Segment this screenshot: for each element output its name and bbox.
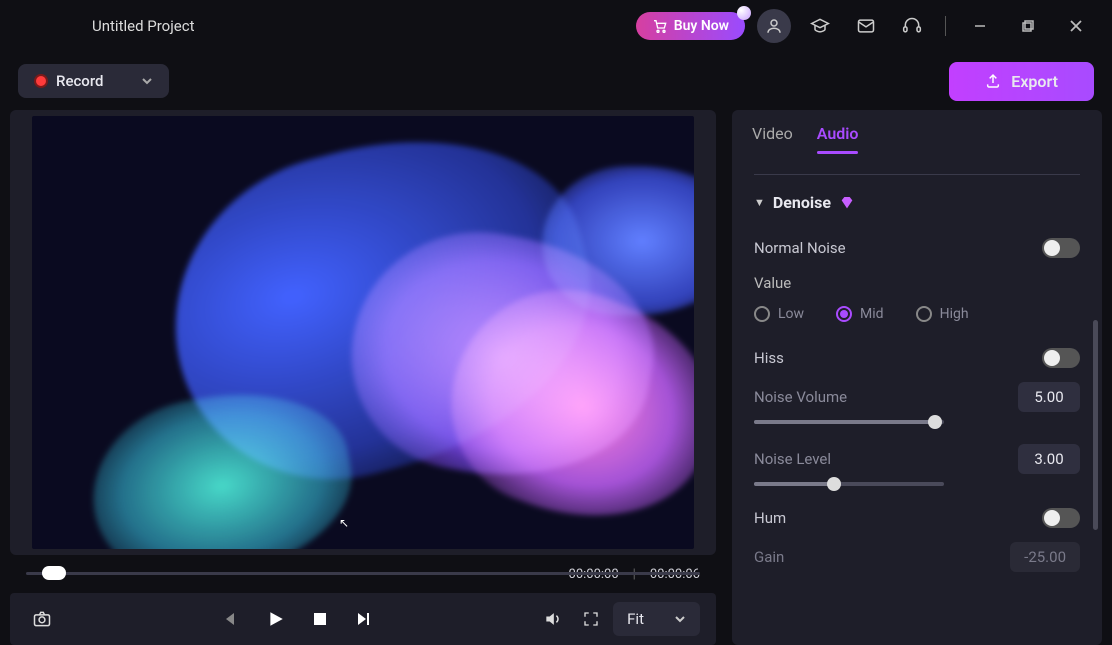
value-label-row: Value: [754, 266, 1080, 300]
buy-now-label: Buy Now: [674, 18, 729, 34]
scrub-track[interactable]: [26, 572, 700, 575]
diamond-icon: [839, 195, 855, 211]
chevron-down-icon: [674, 613, 686, 625]
noise-level-label: Noise Level: [754, 450, 831, 468]
zoom-value: Fit: [627, 610, 644, 628]
toolbar: Record Export: [0, 52, 1112, 110]
play-button[interactable]: [260, 603, 292, 635]
fullscreen-button[interactable]: [575, 603, 607, 635]
record-label: Record: [56, 72, 103, 90]
scrub-playhead[interactable]: [42, 566, 66, 580]
preview-area: ↖ 00:00:00 | 00:00:06: [10, 110, 716, 645]
normal-noise-row: Normal Noise: [754, 230, 1080, 266]
export-label: Export: [1011, 72, 1058, 91]
hiss-label: Hiss: [754, 349, 784, 367]
user-avatar[interactable]: [757, 9, 791, 43]
gain-value[interactable]: -25.00: [1010, 542, 1080, 572]
denoise-section-header[interactable]: ▼ Denoise: [754, 193, 1080, 212]
gain-row: Gain -25.00: [754, 536, 1080, 572]
panel-tabs: Video Audio: [732, 110, 1102, 154]
close-button[interactable]: [1058, 8, 1094, 44]
minimize-button[interactable]: [962, 8, 998, 44]
record-button[interactable]: Record: [18, 64, 169, 98]
panel-divider: [754, 174, 1080, 175]
stop-button[interactable]: [304, 603, 336, 635]
playback-controls: Fit: [10, 593, 716, 645]
record-dot-icon: [34, 74, 48, 88]
time-readout: 00:00:00 | 00:00:06: [10, 561, 716, 587]
noise-volume-label: Noise Volume: [754, 388, 847, 406]
cursor-icon: ↖: [339, 516, 349, 530]
value-radio-group: Low Mid High: [754, 300, 1080, 340]
properties-panel: Video Audio ▼ Denoise Normal Noise Value…: [732, 110, 1102, 645]
academy-icon[interactable]: [803, 9, 837, 43]
support-icon[interactable]: [895, 9, 929, 43]
volume-button[interactable]: [537, 603, 569, 635]
value-label: Value: [754, 274, 791, 292]
cart-icon: [652, 18, 668, 34]
hum-row: Hum: [754, 500, 1080, 536]
maximize-button[interactable]: [1010, 8, 1046, 44]
hum-toggle[interactable]: [1042, 508, 1080, 528]
panel-scrollbar[interactable]: [1093, 320, 1098, 530]
snapshot-button[interactable]: [26, 603, 58, 635]
hiss-row: Hiss: [754, 340, 1080, 376]
noise-level-slider[interactable]: [754, 482, 944, 486]
hum-label: Hum: [754, 509, 786, 527]
preview-viewport[interactable]: ↖: [10, 110, 716, 555]
radio-low[interactable]: Low: [754, 306, 804, 322]
titlebar: Untitled Project Buy Now: [0, 0, 1112, 52]
radio-mid[interactable]: Mid: [836, 306, 884, 322]
buy-now-button[interactable]: Buy Now: [636, 12, 745, 40]
titlebar-separator: [945, 16, 946, 36]
gain-label: Gain: [754, 548, 784, 566]
denoise-title: Denoise: [773, 193, 831, 212]
normal-noise-label: Normal Noise: [754, 239, 846, 257]
hiss-toggle[interactable]: [1042, 348, 1080, 368]
tab-audio[interactable]: Audio: [817, 124, 859, 153]
normal-noise-toggle[interactable]: [1042, 238, 1080, 258]
zoom-dropdown[interactable]: Fit: [613, 602, 700, 636]
noise-volume-row: Noise Volume 5.00: [754, 376, 1080, 438]
noise-level-value[interactable]: 3.00: [1018, 444, 1080, 474]
noise-volume-value[interactable]: 5.00: [1018, 382, 1080, 412]
prev-frame-button[interactable]: [216, 603, 248, 635]
noise-level-row: Noise Level 3.00: [754, 438, 1080, 500]
export-button[interactable]: Export: [949, 62, 1094, 101]
tab-video[interactable]: Video: [752, 124, 793, 153]
project-title[interactable]: Untitled Project: [92, 17, 195, 35]
noise-volume-slider[interactable]: [754, 420, 944, 424]
chevron-down-icon: [141, 75, 153, 87]
export-icon: [985, 73, 1001, 89]
collapse-triangle-icon: ▼: [754, 196, 765, 209]
next-frame-button[interactable]: [348, 603, 380, 635]
preview-canvas: ↖: [32, 116, 694, 549]
radio-high[interactable]: High: [916, 306, 969, 322]
mail-icon[interactable]: [849, 9, 883, 43]
